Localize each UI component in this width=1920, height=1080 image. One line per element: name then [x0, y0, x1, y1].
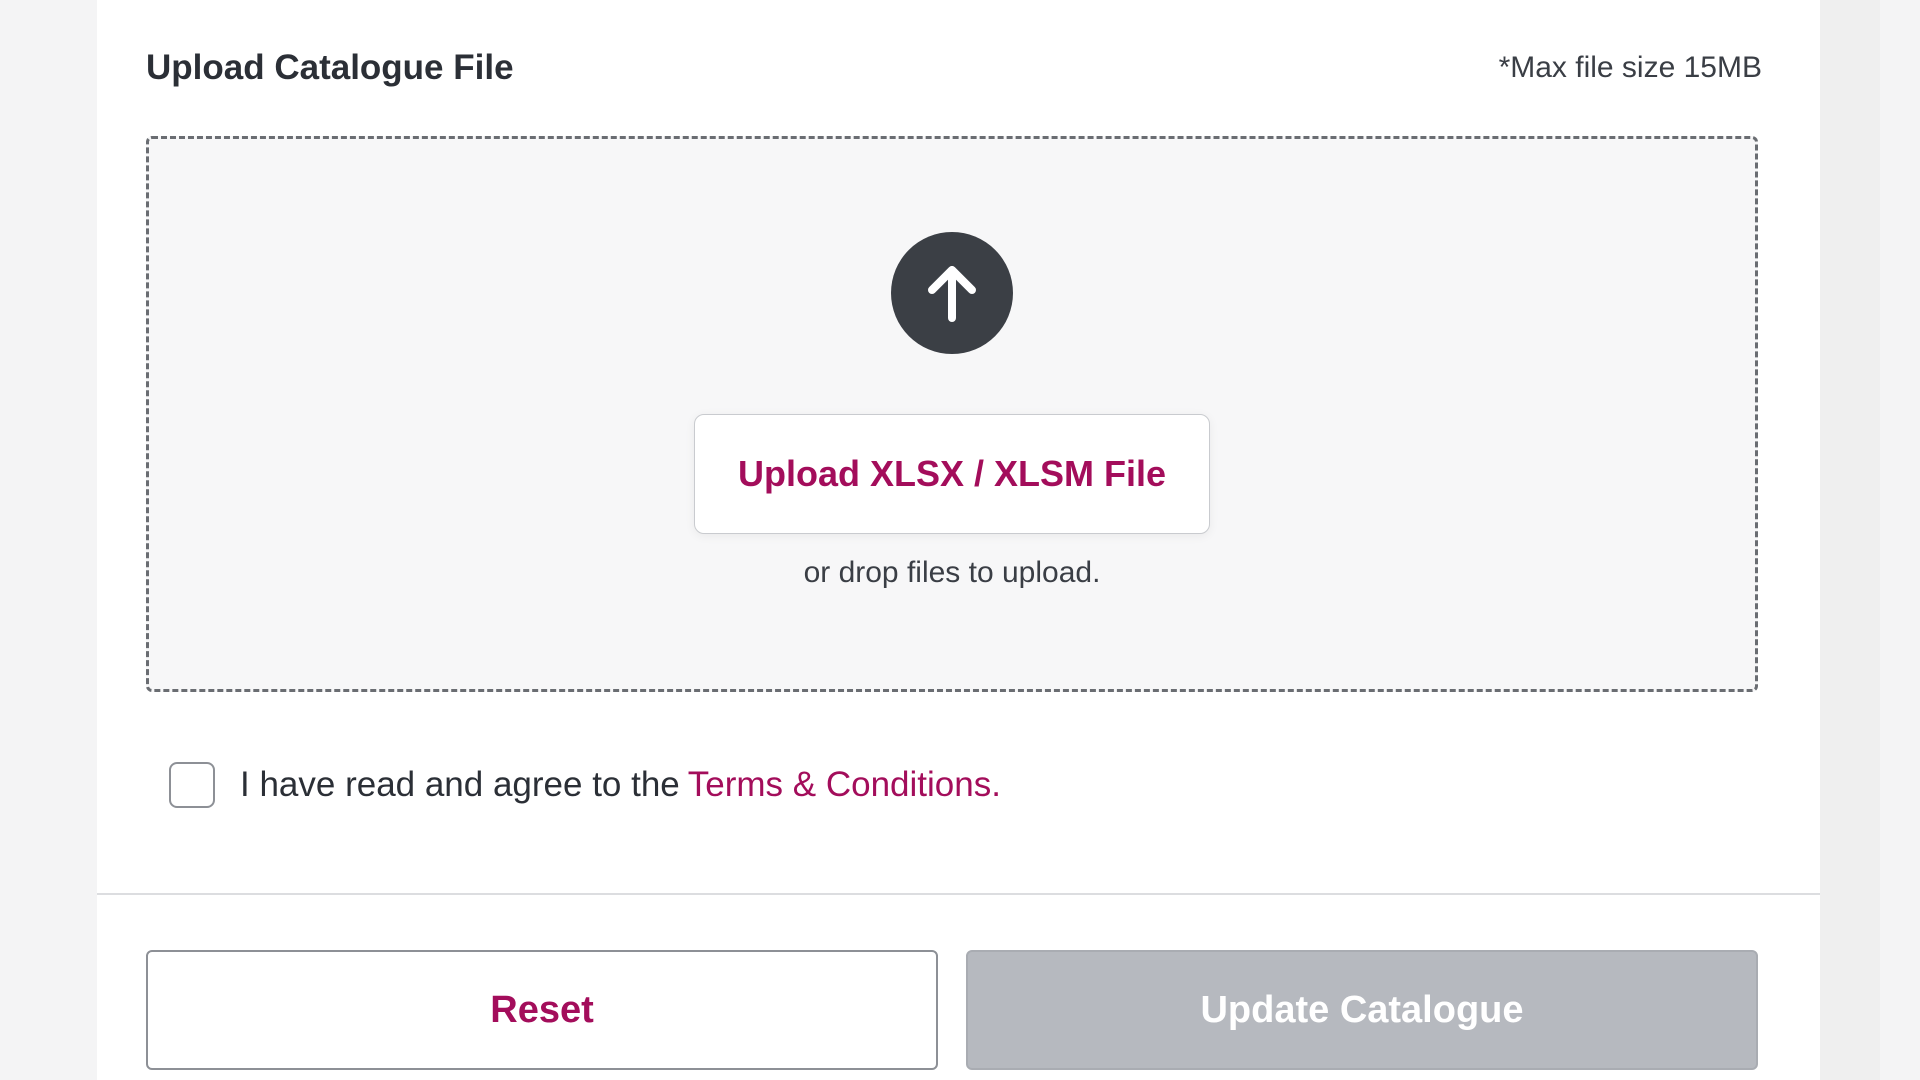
- terms-conditions-link[interactable]: Terms & Conditions.: [688, 765, 1001, 805]
- arrow-up-icon: [891, 232, 1013, 354]
- section-title: Upload Catalogue File: [146, 48, 514, 87]
- drop-hint-text: or drop files to upload.: [803, 556, 1101, 589]
- max-file-size-note: *Max file size 15MB: [1498, 51, 1762, 84]
- terms-label: I have read and agree to the: [240, 765, 680, 804]
- arrow-up-icon-glyph: [928, 266, 976, 322]
- page-scroll-gutter: [1820, 0, 1880, 1080]
- upload-file-button[interactable]: Upload XLSX / XLSM File: [694, 414, 1210, 534]
- terms-checkbox[interactable]: [169, 762, 215, 808]
- section-divider: [97, 893, 1820, 895]
- terms-row: I have read and agree to the Terms & Con…: [169, 759, 1001, 811]
- update-catalogue-button[interactable]: Update Catalogue: [966, 950, 1758, 1070]
- reset-button[interactable]: Reset: [146, 950, 938, 1070]
